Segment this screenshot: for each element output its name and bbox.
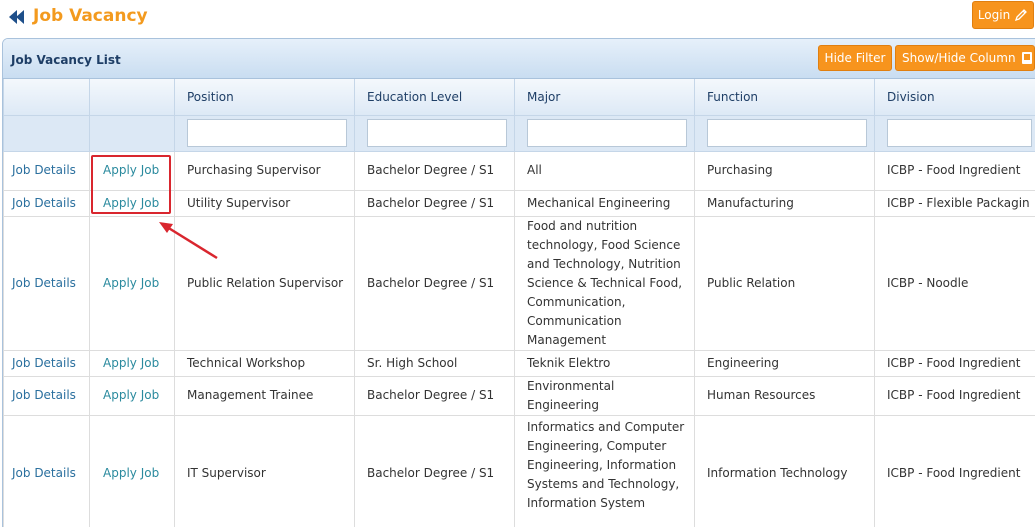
hide-filter-button[interactable]: Hide Filter (818, 45, 892, 71)
column-header-details (3, 79, 90, 116)
apply-job-label[interactable]: Apply Job (103, 163, 159, 177)
panel-title: Job Vacancy List (11, 53, 121, 67)
education-cell: Bachelor Degree / S1 (354, 375, 515, 416)
table-row: Job Details Apply Job Public Relation Su… (3, 215, 1035, 351)
panel-header: Job Vacancy List Hide Filter Show/Hide C… (3, 39, 1035, 79)
job-details-link[interactable]: Job Details (3, 150, 90, 191)
column-header-position[interactable]: Position (174, 79, 355, 116)
page-title: Job Vacancy (33, 6, 148, 26)
table-row: Job Details Apply Job Purchasing Supervi… (3, 150, 1035, 191)
division-cell: ICBP - Food Ingredient (874, 349, 1035, 377)
position-cell: Utility Supervisor (174, 189, 355, 217)
book-icon (1021, 52, 1032, 64)
top-bar: Job Vacancy Login (0, 0, 1035, 34)
position-cell: IT Supervisor (174, 414, 355, 527)
job-details-label[interactable]: Job Details (12, 163, 76, 177)
double-chevron-left-icon[interactable] (9, 10, 25, 24)
education-cell: Bachelor Degree / S1 (354, 189, 515, 217)
apply-job-link[interactable]: Apply Job (89, 414, 175, 527)
login-label: Login (977, 8, 1011, 22)
apply-job-label[interactable]: Apply Job (103, 466, 159, 480)
function-cell: Human Resources (694, 375, 875, 416)
job-details-label[interactable]: Job Details (12, 388, 76, 402)
filter-cell-position (174, 114, 355, 152)
education-cell: Bachelor Degree / S1 (354, 414, 515, 527)
filter-row (3, 114, 1035, 152)
filter-cell-education (354, 114, 515, 152)
function-cell: Manufacturing (694, 189, 875, 217)
job-details-label[interactable]: Job Details (12, 356, 76, 370)
apply-job-link[interactable]: Apply Job (89, 150, 175, 191)
column-header-division[interactable]: Division (874, 79, 1035, 116)
function-cell: Engineering (694, 349, 875, 377)
education-cell: Bachelor Degree / S1 (354, 150, 515, 191)
apply-job-link[interactable]: Apply Job (89, 375, 175, 416)
pencil-icon (1015, 9, 1028, 22)
function-filter-input[interactable] (707, 119, 867, 147)
education-cell: Bachelor Degree / S1 (354, 215, 515, 351)
division-cell: ICBP - Food Ingredient (874, 414, 1035, 527)
job-details-label[interactable]: Job Details (12, 196, 76, 210)
job-details-link[interactable]: Job Details (3, 215, 90, 351)
major-cell: All (514, 150, 695, 191)
job-details-link[interactable]: Job Details (3, 375, 90, 416)
table-row: Job Details Apply Job Utility Supervisor… (3, 189, 1035, 217)
job-details-label[interactable]: Job Details (12, 276, 76, 290)
apply-job-link[interactable]: Apply Job (89, 215, 175, 351)
apply-job-label[interactable]: Apply Job (103, 196, 159, 210)
position-cell: Technical Workshop (174, 349, 355, 377)
apply-job-link[interactable]: Apply Job (89, 189, 175, 217)
major-cell: Food and nutrition technology, Food Scie… (514, 215, 695, 351)
column-header-function[interactable]: Function (694, 79, 875, 116)
apply-job-label[interactable]: Apply Job (103, 388, 159, 402)
education-filter-input[interactable] (367, 119, 507, 147)
division-cell: ICBP - Flexible Packagin (874, 189, 1035, 217)
column-header-apply (89, 79, 175, 116)
apply-job-link[interactable]: Apply Job (89, 349, 175, 377)
function-cell: Purchasing (694, 150, 875, 191)
major-cell: Informatics and Computer Engineering, Co… (514, 414, 695, 527)
job-vacancy-panel: Job Vacancy List Hide Filter Show/Hide C… (2, 38, 1035, 527)
function-cell: Information Technology (694, 414, 875, 527)
filter-cell-major (514, 114, 695, 152)
apply-job-label[interactable]: Apply Job (103, 356, 159, 370)
major-cell: Mechanical Engineering (514, 189, 695, 217)
login-button[interactable]: Login (972, 1, 1034, 29)
job-details-link[interactable]: Job Details (3, 189, 90, 217)
function-cell: Public Relation (694, 215, 875, 351)
major-filter-input[interactable] (527, 119, 687, 147)
education-cell: Sr. High School (354, 349, 515, 377)
position-cell: Purchasing Supervisor (174, 150, 355, 191)
major-cell: Environmental Engineering (514, 375, 695, 416)
apply-job-label[interactable]: Apply Job (103, 276, 159, 290)
table-row: Job Details Apply Job Management Trainee… (3, 375, 1035, 416)
division-filter-input[interactable] (887, 119, 1032, 147)
major-cell: Teknik Elektro (514, 349, 695, 377)
division-cell: ICBP - Food Ingredient (874, 375, 1035, 416)
position-cell: Management Trainee (174, 375, 355, 416)
show-hide-column-label: Show/Hide Column (902, 51, 1016, 65)
column-header-major[interactable]: Major (514, 79, 695, 116)
filter-cell-empty (3, 114, 90, 152)
job-details-link[interactable]: Job Details (3, 349, 90, 377)
table-row: Job Details Apply Job Technical Workshop… (3, 349, 1035, 377)
filter-cell-empty (89, 114, 175, 152)
filter-cell-function (694, 114, 875, 152)
division-cell: ICBP - Noodle (874, 215, 1035, 351)
division-cell: ICBP - Food Ingredient (874, 150, 1035, 191)
job-vacancy-table: Position Education Level Major Function … (3, 79, 1035, 527)
job-details-label[interactable]: Job Details (12, 466, 76, 480)
position-cell: Public Relation Supervisor (174, 215, 355, 351)
filter-cell-division (874, 114, 1035, 152)
show-hide-column-button[interactable]: Show/Hide Column (895, 45, 1035, 71)
header-row: Position Education Level Major Function … (3, 79, 1035, 116)
table-row: Job Details Apply Job IT Supervisor Bach… (3, 414, 1035, 527)
job-details-link[interactable]: Job Details (3, 414, 90, 527)
position-filter-input[interactable] (187, 119, 347, 147)
column-header-education-level[interactable]: Education Level (354, 79, 515, 116)
